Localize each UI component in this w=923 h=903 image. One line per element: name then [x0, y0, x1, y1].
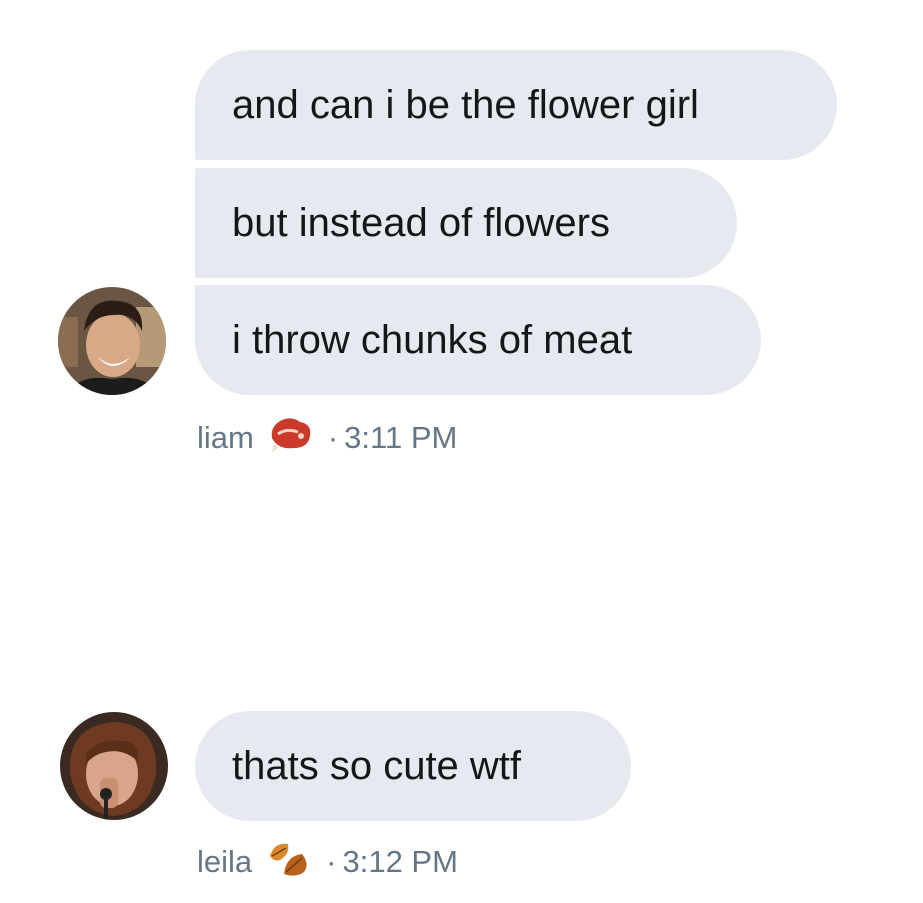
message-text: thats so cute wtf: [232, 744, 522, 788]
message-bubble[interactable]: thats so cute wtf: [195, 711, 631, 821]
message-text: and can i be the flower girl: [232, 83, 699, 127]
fallen-leaf-icon: [266, 838, 312, 886]
sender-name[interactable]: leila: [197, 844, 252, 880]
message-meta: leila · 3:12 PM: [197, 838, 458, 886]
message-bubble[interactable]: i throw chunks of meat: [195, 285, 761, 395]
message-bubble[interactable]: but instead of flowers: [195, 168, 737, 278]
separator-dot: ·: [326, 844, 337, 879]
message-text: but instead of flowers: [232, 201, 610, 245]
message-meta: liam · 3:11 PM: [197, 414, 457, 462]
timestamp: 3:12 PM: [342, 844, 458, 879]
avatar-liam[interactable]: [58, 287, 166, 395]
meat-icon: [268, 414, 314, 462]
timestamp: 3:11 PM: [344, 420, 458, 455]
separator-dot: ·: [327, 420, 339, 455]
avatar-leila[interactable]: [60, 712, 168, 820]
message-text: i throw chunks of meat: [232, 318, 633, 362]
message-bubble[interactable]: and can i be the flower girl: [195, 50, 837, 160]
sender-name[interactable]: liam: [197, 420, 254, 456]
